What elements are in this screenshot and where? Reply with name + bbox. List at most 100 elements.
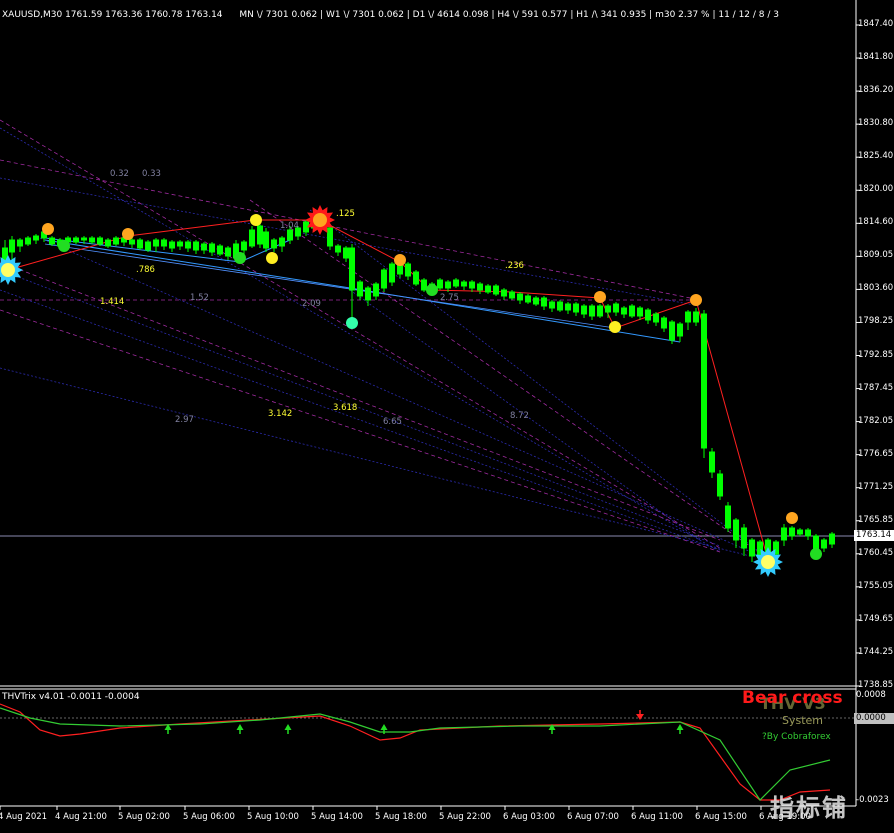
time-tick-label: 4 Aug 21:00 bbox=[55, 812, 107, 822]
time-tick-label: 6 Aug 15:00 bbox=[695, 812, 747, 822]
candle-body bbox=[209, 243, 215, 253]
candle-body bbox=[263, 231, 269, 249]
zigzag-line bbox=[7, 219, 769, 561]
candle-body bbox=[343, 247, 349, 259]
indicator-zero-marker: 0.0000 bbox=[854, 713, 894, 724]
candle-body bbox=[477, 283, 483, 291]
candle-body bbox=[733, 519, 739, 541]
candle-body bbox=[501, 289, 507, 297]
candle-body bbox=[709, 451, 715, 473]
buy-arrow-icon bbox=[284, 724, 292, 730]
fib-level-label: 6.65 bbox=[383, 417, 402, 427]
time-tick-label: 4 Aug 2021 bbox=[0, 812, 48, 822]
candle-body bbox=[621, 307, 627, 315]
candle-body bbox=[565, 303, 571, 311]
candle-body bbox=[693, 311, 699, 323]
price-tick-label: 1738.85 bbox=[858, 680, 894, 690]
candle-body bbox=[17, 239, 23, 247]
candle-body bbox=[49, 237, 55, 245]
indicator-title: THVTrix v4.01 -0.0011 -0.0004 bbox=[2, 692, 140, 702]
indicator-top-value: 0.0008 bbox=[856, 690, 886, 700]
candle-body bbox=[597, 305, 603, 317]
candle-body bbox=[781, 527, 787, 541]
candle-body bbox=[581, 305, 587, 315]
fib-level-label: 3.142 bbox=[268, 409, 292, 419]
candle-body bbox=[25, 237, 31, 245]
green-signal-dot bbox=[426, 284, 438, 296]
candle-body bbox=[549, 301, 555, 309]
candle-body bbox=[461, 281, 467, 287]
candle-body bbox=[279, 237, 285, 247]
candle-body bbox=[701, 313, 707, 449]
sell-arrow-icon bbox=[636, 714, 644, 720]
chart-window[interactable]: 0.32 0.33 1.04 .125 .786 .236 1.414 1.52 2.09 2.7… bbox=[0, 0, 894, 833]
fib-level-label: .786 bbox=[136, 265, 155, 275]
yellow-signal-dot bbox=[609, 321, 621, 333]
candle-body bbox=[373, 283, 379, 297]
candle-body bbox=[357, 281, 363, 297]
candle-body bbox=[169, 241, 175, 249]
candle-body bbox=[287, 229, 293, 241]
fib-fan-line bbox=[0, 127, 721, 553]
price-tick-label: 1776.65 bbox=[858, 448, 894, 459]
candle-body bbox=[81, 237, 87, 241]
green-signal-dot bbox=[58, 240, 70, 252]
time-tick-label: 5 Aug 02:00 bbox=[118, 812, 170, 822]
cyan-starburst-marker-core bbox=[1, 263, 15, 277]
candle-body bbox=[829, 533, 835, 545]
candle-body bbox=[201, 243, 207, 251]
green-signal-dot bbox=[810, 548, 822, 560]
orange-signal-dot bbox=[122, 228, 134, 240]
candle-body bbox=[405, 263, 411, 277]
candle-body bbox=[129, 239, 135, 245]
candle-body bbox=[335, 245, 341, 253]
candle-body bbox=[629, 305, 635, 317]
green-signal-dot bbox=[234, 252, 246, 264]
fib-level-label: 2.97 bbox=[175, 415, 194, 425]
orange-signal-dot bbox=[690, 294, 702, 306]
candle-body bbox=[661, 317, 667, 329]
candle-body bbox=[257, 225, 263, 245]
candle-body bbox=[89, 237, 95, 243]
candle-body bbox=[717, 473, 723, 497]
time-tick-label: 6 Aug 03:00 bbox=[503, 812, 555, 822]
time-tick-label: 5 Aug 10:00 bbox=[247, 812, 299, 822]
time-tick-label: 5 Aug 06:00 bbox=[183, 812, 235, 822]
candle-body bbox=[193, 241, 199, 251]
candle-body bbox=[271, 239, 277, 249]
candle-body bbox=[813, 535, 819, 551]
fib-level-label: 0.32 bbox=[110, 169, 129, 179]
candle-body bbox=[113, 237, 119, 245]
trix-slow-line bbox=[0, 707, 831, 801]
candle-body bbox=[349, 247, 355, 291]
candle-body bbox=[365, 287, 371, 301]
candle-body bbox=[33, 235, 39, 241]
candle-body bbox=[533, 297, 539, 305]
candle-body bbox=[437, 279, 443, 289]
price-tick-label: 1814.60 bbox=[858, 217, 894, 228]
timeframe-stats: MN \/ 7301 0.062 | W1 \/ 7301 0.062 | D1… bbox=[239, 10, 779, 20]
price-tick-label: 1792.85 bbox=[858, 349, 894, 360]
buy-arrow-icon bbox=[380, 724, 388, 730]
price-tick-label: 1765.85 bbox=[858, 514, 894, 525]
time-tick-label: 5 Aug 14:00 bbox=[311, 812, 363, 822]
candle-body bbox=[725, 505, 731, 529]
candle-body bbox=[669, 321, 675, 341]
price-tick-label: 1836.20 bbox=[858, 85, 894, 96]
fib-fan-line bbox=[39, 237, 761, 557]
time-tick-label: 5 Aug 22:00 bbox=[439, 812, 491, 822]
candle-body bbox=[637, 307, 643, 317]
chart-header: XAUUSD,M30 1761.59 1763.36 1760.78 1763.… bbox=[2, 10, 779, 21]
trendline bbox=[44, 243, 616, 329]
cyan-signal-dot bbox=[346, 317, 358, 329]
price-tick-label: 1771.25 bbox=[858, 481, 894, 492]
price-tick-label: 1755.05 bbox=[858, 580, 894, 591]
symbol-ohlc-label: XAUUSD,M30 1761.59 1763.36 1760.78 1763.… bbox=[2, 10, 223, 20]
price-tick-label: 1830.80 bbox=[858, 118, 894, 129]
fib-level-label: 8.72 bbox=[510, 411, 529, 421]
candle-body bbox=[145, 241, 151, 251]
candle-body bbox=[653, 313, 659, 323]
orange-signal-dot bbox=[594, 291, 606, 303]
candle-body bbox=[185, 241, 191, 249]
fib-level-label: 3.618 bbox=[333, 403, 357, 413]
